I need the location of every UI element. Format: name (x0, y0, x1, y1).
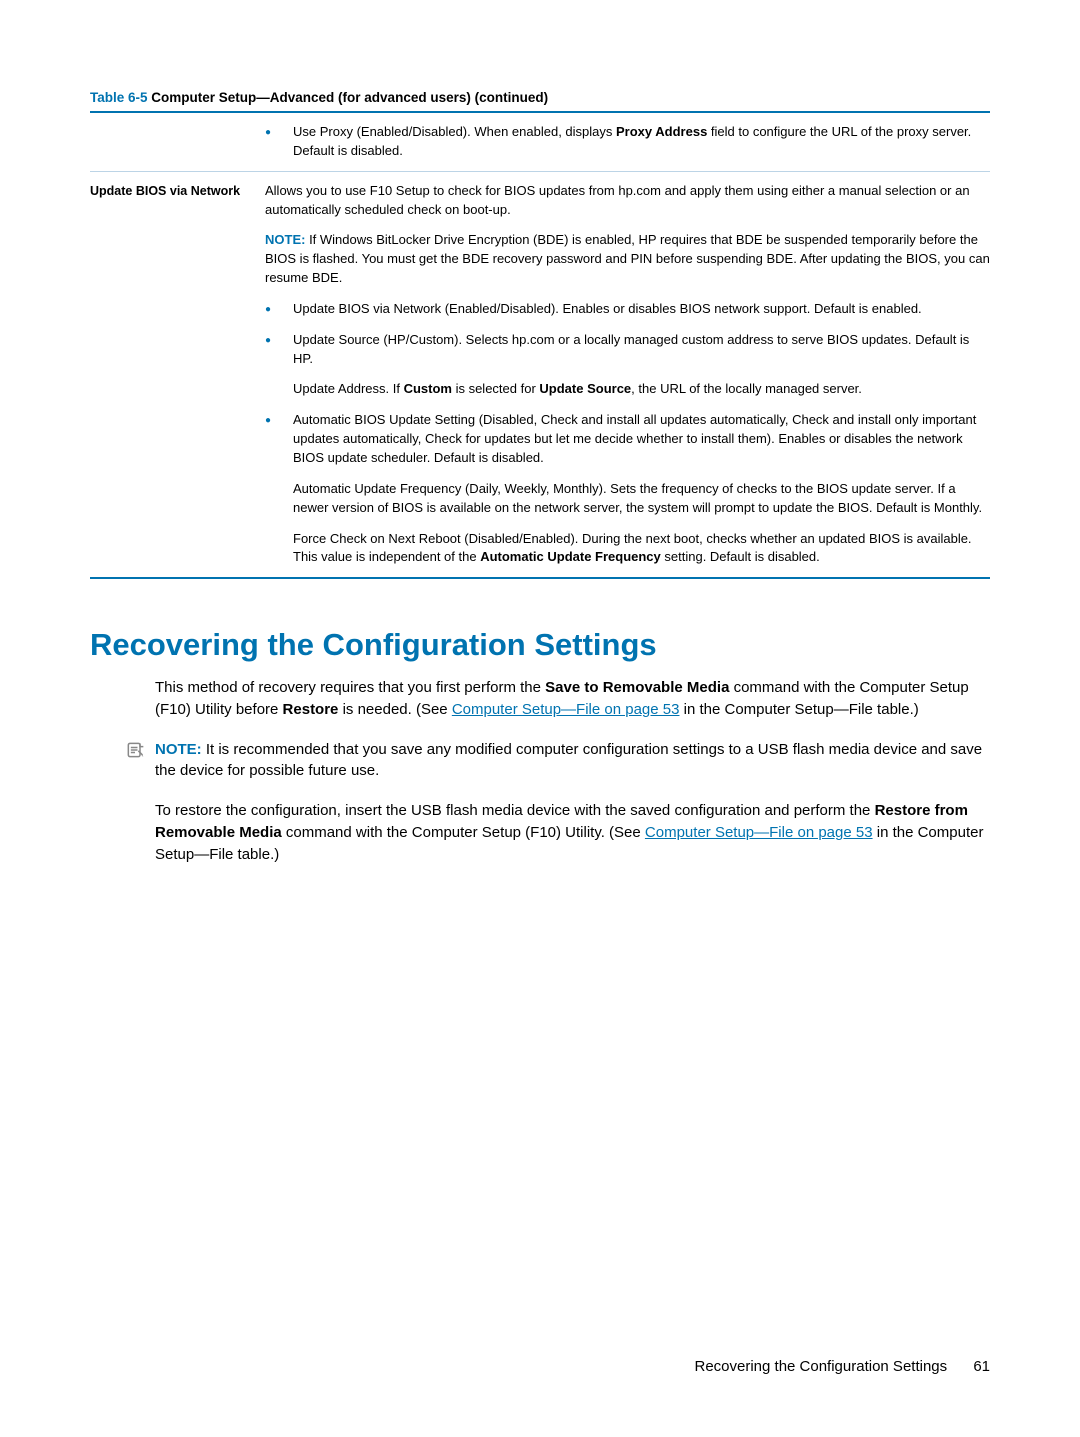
table-row: Update BIOS via Network Allows you to us… (90, 171, 990, 580)
note-label: NOTE: (155, 741, 202, 758)
list-item-text: Update BIOS via Network (Enabled/Disable… (293, 300, 990, 319)
note-icon (125, 739, 155, 765)
bullet-icon: ● (265, 123, 293, 161)
paragraph: Allows you to use F10 Setup to check for… (265, 182, 990, 220)
note-text: It is recommended that you save any modi… (155, 741, 982, 780)
sub-paragraph: Update Address. If Custom is selected fo… (293, 380, 990, 399)
sub-paragraph: Force Check on Next Reboot (Disabled/Ena… (293, 530, 990, 568)
list-item: ● Update BIOS via Network (Enabled/Disab… (265, 300, 990, 319)
bullet-icon: ● (265, 331, 293, 400)
footer-title: Recovering the Configuration Settings (694, 1358, 947, 1375)
list-item-text: Use Proxy (Enabled/Disabled). When enabl… (293, 123, 990, 161)
paragraph: To restore the configuration, insert the… (155, 800, 990, 865)
table-number: Table 6-5 (90, 90, 148, 105)
note-label: NOTE: (265, 232, 305, 247)
list-item-text: Update Source (HP/Custom). Selects hp.co… (293, 331, 990, 369)
table-caption: Table 6-5 Computer Setup—Advanced (for a… (90, 90, 990, 105)
cross-ref-link[interactable]: Computer Setup—File on page 53 (645, 824, 873, 841)
list-item: ● Automatic BIOS Update Setting (Disable… (265, 411, 990, 567)
table-row: ● Use Proxy (Enabled/Disabled). When ena… (90, 111, 990, 171)
page-footer: Recovering the Configuration Settings 61 (694, 1358, 990, 1375)
note-block: NOTE: It is recommended that you save an… (125, 739, 990, 783)
bullet-icon: ● (265, 300, 293, 319)
section-heading: Recovering the Configuration Settings (90, 627, 990, 663)
note-paragraph: NOTE: If Windows BitLocker Drive Encrypt… (265, 231, 990, 288)
row-heading: Update BIOS via Network (90, 182, 265, 200)
table-caption-text: Computer Setup—Advanced (for advanced us… (148, 90, 549, 105)
sub-paragraph: Automatic Update Frequency (Daily, Weekl… (293, 480, 990, 518)
list-item-text: Automatic BIOS Update Setting (Disabled,… (293, 411, 990, 468)
list-item: ● Update Source (HP/Custom). Selects hp.… (265, 331, 990, 400)
list-item: ● Use Proxy (Enabled/Disabled). When ena… (265, 123, 990, 161)
setup-table: ● Use Proxy (Enabled/Disabled). When ena… (90, 111, 990, 579)
bullet-icon: ● (265, 411, 293, 567)
cross-ref-link[interactable]: Computer Setup—File on page 53 (452, 701, 680, 718)
note-text: If Windows BitLocker Drive Encryption (B… (265, 232, 990, 285)
paragraph: This method of recovery requires that yo… (155, 677, 990, 721)
page-number: 61 (973, 1358, 990, 1375)
